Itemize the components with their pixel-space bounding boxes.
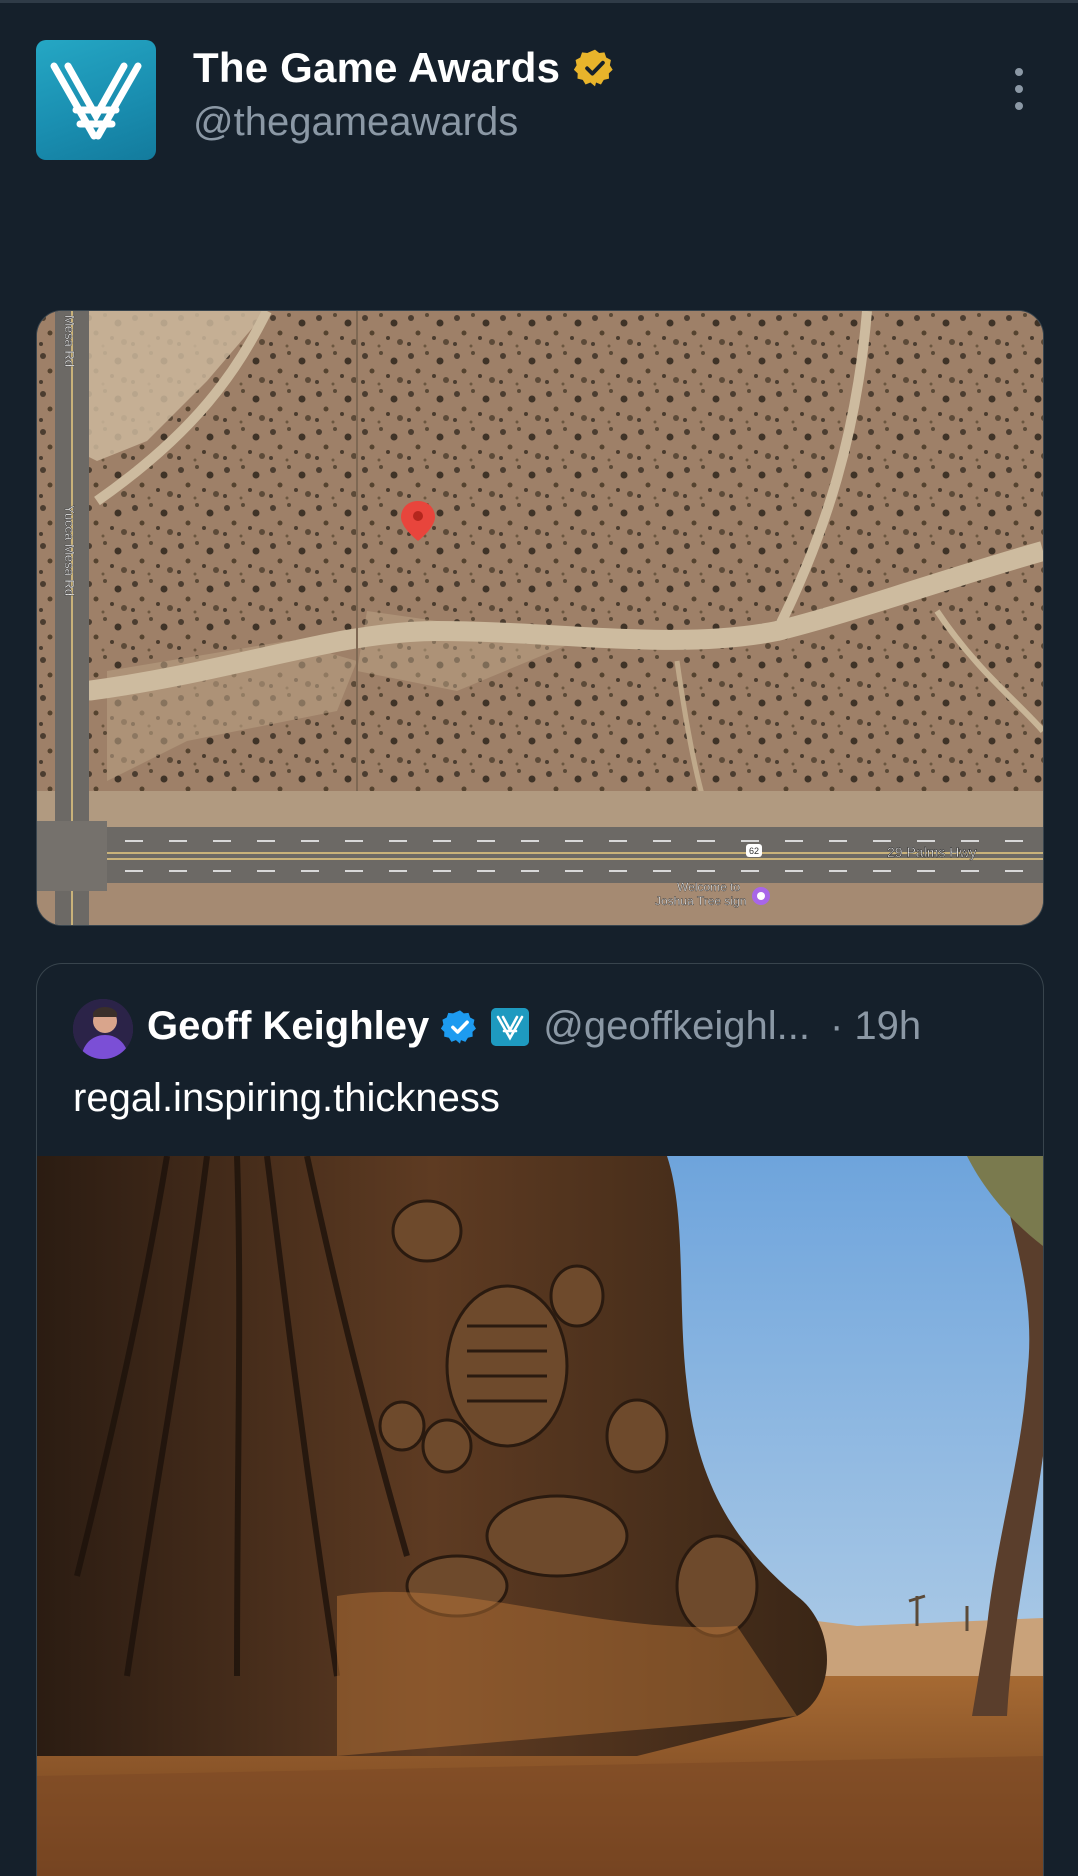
quoted-tweet-card[interactable]: Geoff Keighley @geoffkeighl... · 19h reg…: [36, 963, 1044, 1876]
quoted-tweet-image[interactable]: [37, 1156, 1043, 1876]
road-label-mesa: Mesa Rd: [62, 315, 77, 367]
author-name-row[interactable]: The Game Awards: [193, 44, 616, 92]
sculpture-photo: [37, 1156, 1043, 1876]
road-label-yucca-mesa: Yucca Mesa Rd: [62, 505, 77, 596]
svg-text:62: 62: [749, 846, 759, 856]
poi-pin-icon: [752, 887, 770, 905]
highway-label: 29 Palms Hwy: [887, 844, 976, 860]
quoted-author-row[interactable]: Geoff Keighley @geoffkeighl... · 19h: [147, 1004, 921, 1049]
quoted-tweet-text: regal.inspiring.thickness: [73, 1076, 500, 1120]
poi-label-joshua: Joshua Tree sign: [655, 894, 746, 908]
game-awards-logo-icon: [50, 62, 142, 140]
quoted-timestamp[interactable]: · 19h: [830, 1004, 921, 1049]
person-avatar-icon: [73, 999, 133, 1059]
gold-verified-icon[interactable]: [574, 47, 616, 89]
blue-verified-icon[interactable]: [441, 1008, 479, 1046]
top-divider: [0, 0, 1078, 3]
quoted-author-avatar[interactable]: [73, 999, 133, 1059]
quoted-author-handle[interactable]: @geoffkeighl...: [543, 1004, 810, 1049]
highway-shield-icon: 62: [746, 844, 762, 857]
author-handle[interactable]: @thegameawards: [193, 100, 518, 145]
author-display-name[interactable]: The Game Awards: [193, 44, 560, 92]
more-options-icon[interactable]: [1004, 68, 1034, 110]
poi-label-welcome: Welcome to: [677, 880, 740, 894]
satellite-map: Mesa Rd Yucca Mesa Rd 29 Palms Hwy 62 We…: [37, 311, 1043, 925]
map-image[interactable]: Mesa Rd Yucca Mesa Rd 29 Palms Hwy 62 We…: [36, 310, 1044, 926]
profile-avatar[interactable]: [36, 40, 156, 160]
quoted-author-name[interactable]: Geoff Keighley: [147, 1004, 429, 1049]
affiliate-logo-icon[interactable]: [491, 1007, 530, 1046]
